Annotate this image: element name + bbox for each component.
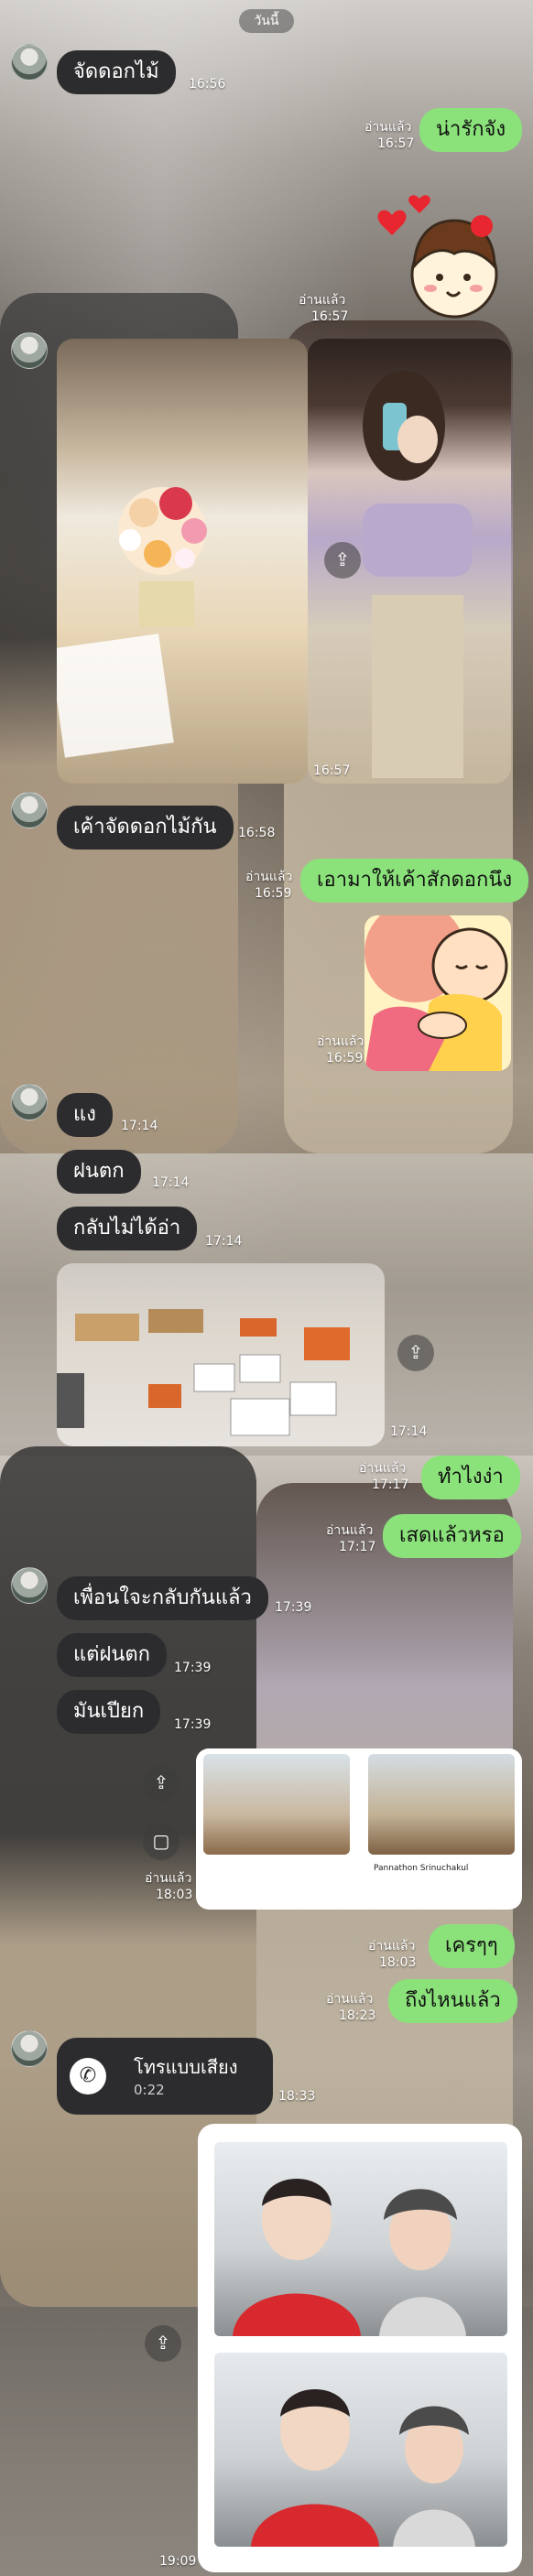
message-incoming[interactable]: แต่ฝนตก [57, 1633, 168, 1677]
read-receipt: อ่านแล้ว [364, 120, 412, 135]
message-time: 18:03 [156, 1888, 193, 1902]
read-receipt: อ่านแล้ว [359, 1461, 407, 1476]
message-time: 17:39 [174, 1717, 212, 1732]
message-incoming[interactable]: มันเปียก [57, 1690, 161, 1734]
message-time: 17:14 [121, 1119, 158, 1133]
message-time: 16:59 [326, 1051, 364, 1066]
message-outgoing[interactable]: เครๆๆ [429, 1924, 515, 1968]
message-time: 18:03 [379, 1955, 417, 1970]
message-time: 18:33 [278, 2089, 316, 2104]
avatar[interactable] [11, 44, 48, 81]
photo-mall-interior[interactable] [57, 1263, 385, 1446]
read-receipt: อ่านแล้ว [368, 1939, 416, 1954]
call-title: โทรแบบเสียง [134, 2056, 238, 2078]
photo-preview-card[interactable]: Pannathon Srinuchakul [196, 1748, 522, 1910]
message-outgoing[interactable]: ทำไงง่า [421, 1456, 520, 1499]
share-icon[interactable]: ⇪ [324, 542, 361, 579]
booth-photo-2 [214, 2353, 507, 2547]
message-time: 16:57 [311, 309, 349, 324]
sticker-hug[interactable] [364, 915, 511, 1071]
read-receipt: อ่านแล้ว [326, 1523, 374, 1538]
read-receipt: อ่านแล้ว [317, 1034, 364, 1049]
message-incoming[interactable]: เพื่อนใจะกลับกันแล้ว [57, 1576, 268, 1620]
message-time: 16:56 [189, 77, 226, 92]
preview-caption: Pannathon Srinuchakul [374, 1864, 469, 1873]
message-incoming[interactable]: ฝนตก [57, 1150, 141, 1194]
read-receipt: อ่านแล้ว [299, 293, 346, 308]
message-time: 16:59 [255, 886, 292, 901]
message-outgoing[interactable]: ถึงไหนแล้ว [388, 1979, 517, 2023]
message-incoming[interactable]: กลับไม่ได้อ่า [57, 1207, 198, 1250]
message-incoming[interactable]: จัดดอกไม้ [57, 50, 176, 94]
message-incoming[interactable]: แง [57, 1093, 113, 1137]
avatar[interactable] [11, 1567, 48, 1604]
read-receipt: อ่านแล้ว [326, 1992, 374, 2007]
booth-photo-1 [214, 2142, 507, 2336]
phone-icon: ✆ [70, 2058, 106, 2094]
message-incoming[interactable]: เค้าจัดดอกไม้กัน [57, 806, 234, 850]
read-receipt: อ่านแล้ว [145, 1871, 192, 1886]
photo-flowers[interactable] [57, 339, 308, 784]
message-time: 19:09 [159, 2554, 197, 2569]
avatar[interactable] [11, 1084, 48, 1120]
message-time: 18:23 [339, 2008, 376, 2023]
sticker-girl-hearts[interactable] [364, 188, 511, 325]
message-time: 17:14 [390, 1424, 428, 1439]
crop-icon[interactable]: ▢ [143, 1824, 179, 1860]
message-time: 16:57 [313, 763, 351, 778]
preview-image-1 [203, 1754, 350, 1855]
message-time: 17:17 [372, 1477, 409, 1492]
avatar[interactable] [11, 792, 48, 828]
voice-call-bubble[interactable]: ✆ โทรแบบเสียง 0:22 [57, 2038, 273, 2115]
message-outgoing[interactable]: เสดแล้วหรอ [383, 1514, 521, 1558]
call-duration: 0:22 [134, 2082, 165, 2098]
avatar[interactable] [11, 2030, 48, 2067]
preview-image-2 [368, 1754, 515, 1855]
message-outgoing[interactable]: น่ารักจัง [419, 108, 523, 152]
message-time: 17:14 [205, 1234, 243, 1249]
message-time: 17:17 [339, 1540, 376, 1554]
share-icon[interactable]: ⇪ [397, 1335, 434, 1371]
message-time: 17:39 [275, 1600, 312, 1615]
message-time: 17:39 [174, 1661, 212, 1675]
message-time: 16:58 [238, 826, 276, 840]
share-icon[interactable]: ⇪ [143, 1765, 179, 1802]
photo-booth-strip[interactable] [198, 2124, 522, 2572]
message-outgoing[interactable]: เอามาให้เค้าสักดอกนึง [300, 859, 529, 903]
message-time: 17:14 [152, 1175, 190, 1190]
avatar[interactable] [11, 332, 48, 369]
date-divider: วันนี้ [239, 9, 294, 33]
message-time: 16:57 [377, 136, 415, 151]
read-receipt: อ่านแล้ว [245, 870, 293, 884]
share-icon[interactable]: ⇪ [145, 2325, 181, 2362]
